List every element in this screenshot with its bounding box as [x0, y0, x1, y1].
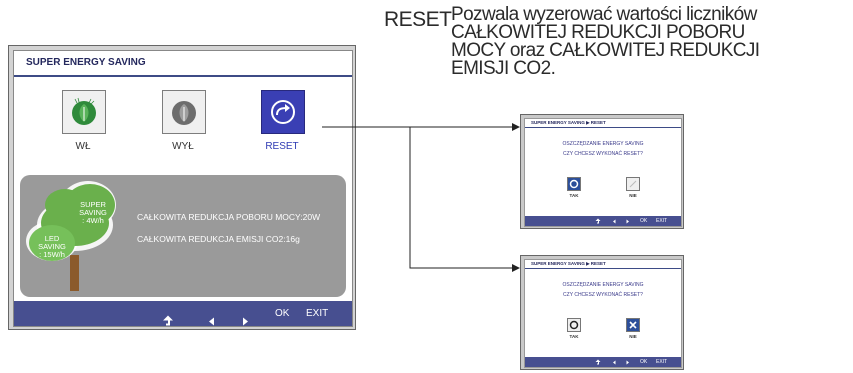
led-saving-label: LED SAVING : 15W/h	[38, 234, 66, 259]
up-arrow-icon[interactable]	[595, 218, 601, 224]
osd-title: SUPER ENERGY SAVING	[14, 51, 352, 75]
yes-button[interactable]	[567, 177, 581, 191]
ok-button[interactable]: OK	[275, 301, 289, 326]
reset-dialog-no: SUPER ENERGY SAVING ▶ RESET OSZCZĘDZANIE…	[520, 255, 684, 370]
dialog-navbar: OK EXIT	[525, 216, 681, 226]
option-reset-label: RESET	[265, 141, 299, 152]
no-button[interactable]	[626, 318, 640, 332]
option-on-button[interactable]	[62, 90, 106, 134]
option-off-label: WYŁ	[172, 141, 194, 152]
reset-description: Pozwala wyzerować wartości liczników CAŁ…	[451, 5, 851, 79]
leaf-on-icon	[72, 97, 96, 125]
yes-button[interactable]	[567, 318, 581, 332]
yes-label: TAK	[569, 193, 579, 198]
up-arrow-icon[interactable]	[162, 308, 174, 333]
reset-dialog-yes: SUPER ENERGY SAVING ▶ RESET OSZCZĘDZANIE…	[520, 114, 684, 229]
leaf-off-icon	[172, 101, 196, 125]
dialog-navbar: OK EXIT	[525, 357, 681, 367]
co2-reduction-text: CAŁKOWITA REDUKCJA EMISJI CO2:16g	[137, 234, 300, 244]
description-line: EMISJI CO2.	[451, 58, 556, 79]
exit-button[interactable]: EXIT	[306, 301, 328, 326]
connector-arrows	[322, 123, 520, 272]
exit-button[interactable]: EXIT	[656, 357, 667, 367]
yes-circle-icon	[569, 320, 579, 330]
right-arrow-icon[interactable]	[242, 309, 250, 334]
reset-arrow-icon	[271, 100, 295, 124]
yes-circle-icon	[569, 179, 579, 189]
left-arrow-icon[interactable]	[612, 219, 616, 224]
dialog-question: CZY CHCESZ WYKONAĆ RESET?	[563, 292, 643, 298]
dialog-line1: OSZCZĘDZANIE ENERGY SAVING	[562, 141, 644, 147]
left-arrow-icon[interactable]	[612, 360, 616, 365]
osd-navbar: OK EXIT	[14, 301, 352, 326]
dialog-frame: SUPER ENERGY SAVING ▶ RESET OSZCZĘDZANIE…	[524, 118, 682, 227]
dialog-divider	[525, 127, 681, 128]
osd-window: SUPER ENERGY SAVING WŁ WYŁ RESET SUPER S…	[8, 45, 356, 330]
ok-button[interactable]: OK	[640, 216, 647, 226]
ok-button[interactable]: OK	[640, 357, 647, 367]
no-label: NIE	[629, 193, 637, 198]
exit-button[interactable]: EXIT	[656, 216, 667, 226]
option-reset-button[interactable]	[261, 90, 305, 134]
osd-frame: SUPER ENERGY SAVING WŁ WYŁ RESET SUPER S…	[13, 50, 353, 327]
dialog-title: SUPER ENERGY SAVING ▶ RESET	[531, 120, 606, 125]
option-on-label: WŁ	[75, 141, 91, 152]
super-saving-label: SUPER SAVING : 4W/h	[79, 200, 107, 225]
dialog-question: CZY CHCESZ WYKONAĆ RESET?	[563, 151, 643, 157]
no-label: NIE	[629, 334, 637, 339]
dialog-title: SUPER ENERGY SAVING ▶ RESET	[531, 261, 606, 266]
right-arrow-icon[interactable]	[626, 360, 630, 365]
power-reduction-text: CAŁKOWITA REDUKCJA POBORU MOCY:20W	[137, 212, 321, 222]
no-x-icon	[629, 321, 637, 329]
dialog-frame: SUPER ENERGY SAVING ▶ RESET OSZCZĘDZANIE…	[524, 259, 682, 368]
dialog-divider	[525, 268, 681, 269]
dialog-line1: OSZCZĘDZANIE ENERGY SAVING	[562, 282, 644, 288]
left-arrow-icon[interactable]	[207, 309, 215, 334]
right-arrow-icon[interactable]	[626, 219, 630, 224]
options-area: WŁ WYŁ RESET	[14, 77, 352, 181]
no-x-icon	[629, 180, 637, 188]
up-arrow-icon[interactable]	[595, 359, 601, 365]
yes-label: TAK	[569, 334, 579, 339]
no-button[interactable]	[626, 177, 640, 191]
option-off-button[interactable]	[162, 90, 206, 134]
reset-heading: RESET	[384, 8, 452, 31]
savings-info-panel: SUPER SAVING : 4W/h LED SAVING : 15W/h C…	[20, 175, 346, 297]
